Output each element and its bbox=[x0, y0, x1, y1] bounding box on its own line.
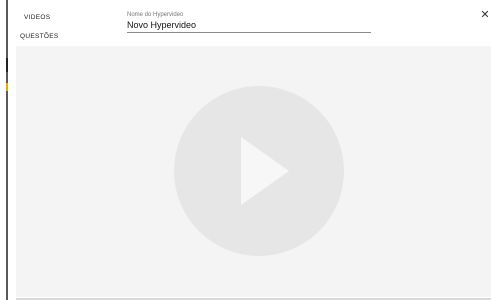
nav-item-questoes[interactable]: QUESTÕES bbox=[20, 33, 59, 40]
background-edge bbox=[0, 0, 8, 300]
hypervideo-name-label: Nome do Hypervideo bbox=[127, 12, 184, 18]
play-button[interactable] bbox=[174, 86, 344, 256]
play-icon bbox=[241, 137, 289, 205]
hypervideo-dialog: VIDEOS QUESTÕES Nome do Hypervideo ✕ bbox=[8, 0, 491, 300]
close-button[interactable]: ✕ bbox=[479, 9, 491, 21]
nav-item-videos[interactable]: VIDEOS bbox=[24, 14, 50, 21]
close-icon: ✕ bbox=[480, 9, 490, 21]
hypervideo-name-input[interactable] bbox=[127, 20, 371, 33]
video-player[interactable] bbox=[16, 46, 491, 297]
hypervideo-name-field: Nome do Hypervideo bbox=[127, 11, 371, 33]
